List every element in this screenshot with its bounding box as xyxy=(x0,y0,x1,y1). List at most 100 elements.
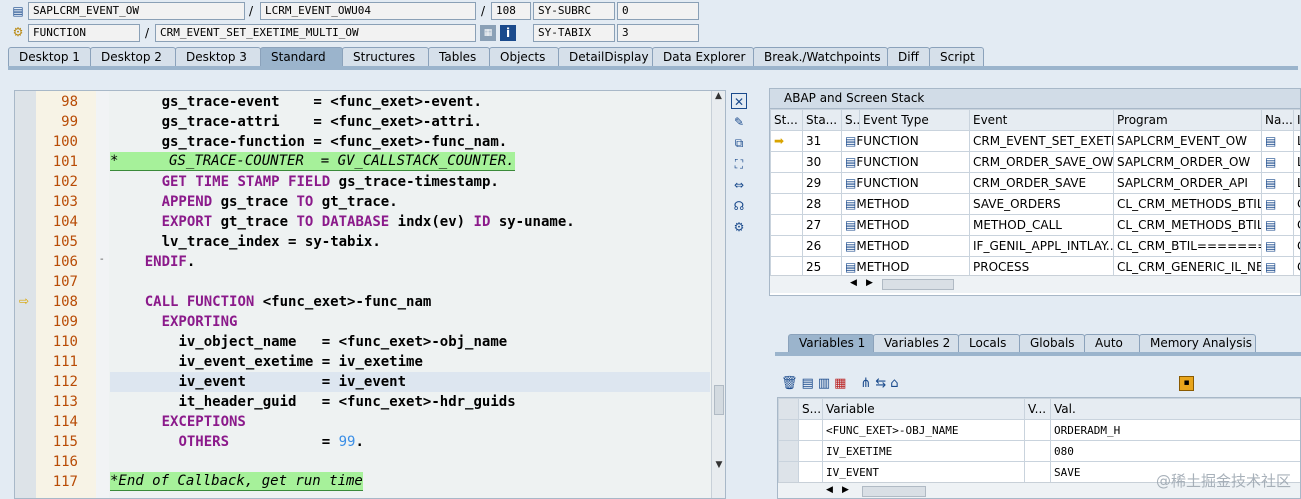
tab-variables-2[interactable]: Variables 2 xyxy=(873,334,959,353)
variable-row[interactable]: IV_EXETIME 080 xyxy=(778,440,1300,462)
col-s[interactable]: S... xyxy=(841,109,860,131)
function-name-field[interactable]: CRM_EVENT_SET_EXETIME_MULTI_OW xyxy=(155,24,476,42)
variable-name[interactable]: IV_EXETIME xyxy=(822,440,1025,462)
source-editor[interactable]: 98 gs_trace-event = <func_exet>-event. 99… xyxy=(14,90,726,499)
col-value[interactable]: Val. xyxy=(1050,398,1300,420)
fold-marker[interactable]: - xyxy=(100,254,104,265)
copy-icon[interactable]: ⧉ xyxy=(731,135,747,151)
col-program[interactable]: Program xyxy=(1113,109,1262,131)
tab-desktop-3[interactable]: Desktop 3 xyxy=(175,47,261,67)
tab-diff[interactable]: Diff xyxy=(887,47,930,67)
col-variable[interactable]: Variable xyxy=(822,398,1025,420)
tab-desktop-2[interactable]: Desktop 2 xyxy=(90,47,176,67)
col-v[interactable]: V... xyxy=(1024,398,1051,420)
save-list-icon[interactable]: ▦ xyxy=(834,376,846,391)
row-selector[interactable] xyxy=(778,419,799,441)
delete-icon[interactable]: 🗑 xyxy=(781,376,798,391)
maximize-icon[interactable]: ⛶ xyxy=(731,156,747,172)
folder-icon[interactable]: ⌂ xyxy=(890,376,898,391)
col-event[interactable]: Event xyxy=(969,109,1114,131)
variable-value[interactable]: ORDERADM_H xyxy=(1050,419,1300,441)
tab-data-explorer[interactable]: Data Explorer xyxy=(652,47,754,67)
new-icon[interactable]: ✎ xyxy=(731,114,747,130)
info-icon[interactable]: i xyxy=(500,25,516,41)
scroll-right-icon[interactable]: ▶ xyxy=(842,485,849,495)
col-st[interactable]: St... xyxy=(770,109,803,131)
save-disk-icon[interactable]: ▪ xyxy=(1179,376,1194,391)
stack-row[interactable]: 28 ▤METHOD SAVE_ORDERS CL_CRM_METHODS_BTIL.… xyxy=(770,193,1300,215)
program-field[interactable]: SAPLCRM_EVENT_OW xyxy=(28,2,245,20)
tab-locals[interactable]: Locals xyxy=(958,334,1020,353)
tab-objects[interactable]: Objects xyxy=(489,47,559,67)
tab-script[interactable]: Script xyxy=(929,47,984,67)
scroll-right-icon[interactable]: ▶ xyxy=(866,278,873,288)
stack-level: 30 xyxy=(802,151,842,173)
tab-variables-1[interactable]: Variables 1 xyxy=(788,334,874,353)
transfer-icon[interactable]: ⇆ xyxy=(875,376,886,391)
scroll-left-icon[interactable]: ◀ xyxy=(826,485,833,495)
table-icon[interactable]: ▤ xyxy=(802,376,814,391)
scroll-left-icon[interactable]: ◀ xyxy=(850,278,857,288)
code-text: it_header_guid = <func_exet>-hdr_guids xyxy=(178,394,516,410)
row-selector[interactable] xyxy=(778,440,799,462)
navigate-icon[interactable]: ▤ xyxy=(1261,193,1294,215)
tab-globals[interactable]: Globals xyxy=(1019,334,1085,353)
col-stack-level[interactable]: Sta... xyxy=(802,109,842,131)
line-field[interactable]: 108 xyxy=(491,2,531,20)
scroll-up-icon[interactable]: ▲ xyxy=(712,91,725,101)
hscroll-thumb[interactable] xyxy=(882,279,954,290)
col-i[interactable]: I xyxy=(1293,109,1300,131)
variable-name[interactable]: <FUNC_EXET>-OBJ_NAME xyxy=(822,419,1025,441)
tab-tables[interactable]: Tables xyxy=(428,47,490,67)
close-icon[interactable]: ✕ xyxy=(731,93,747,109)
tab-auto[interactable]: Auto xyxy=(1084,334,1140,353)
scroll-down-icon[interactable]: ▼ xyxy=(712,460,725,470)
editor-scrollbar[interactable]: ▲ ▼ xyxy=(711,91,725,498)
include-field[interactable]: LCRM_EVENT_OWU04 xyxy=(260,2,476,20)
stack-row[interactable]: 26 ▤METHOD IF_GENIL_APPL_INTLAY... CL_CRM_B… xyxy=(770,235,1300,257)
col-navigate[interactable]: Na... xyxy=(1261,109,1294,131)
stack-row[interactable]: ➡ 31 ▤FUNCTION CRM_EVENT_SET_EXETI... SAPLCR… xyxy=(770,130,1300,152)
navigate-icon[interactable]: ▤ xyxy=(1261,151,1294,173)
swap-icon[interactable]: ⇔ xyxy=(731,177,747,193)
variable-value[interactable]: 080 xyxy=(1050,440,1300,462)
stack-row[interactable]: 29 ▤FUNCTION CRM_ORDER_SAVE SAPLCRM_ORDER_A… xyxy=(770,172,1300,194)
program-name: CL_CRM_BTIL========... xyxy=(1113,235,1262,257)
col-event-type[interactable]: Event Type xyxy=(859,109,970,131)
code-line[interactable] xyxy=(15,452,711,472)
sysvar2-field[interactable]: SY-TABIX xyxy=(533,24,615,42)
tab-standard[interactable]: Standard xyxy=(260,47,343,67)
tree-icon[interactable]: ⋔ xyxy=(860,376,871,391)
scroll-thumb[interactable] xyxy=(714,385,724,415)
tab-break-watchpoints[interactable]: Break./Watchpoints xyxy=(753,47,888,67)
navigate-icon[interactable]: ▤ xyxy=(1261,130,1294,152)
headset-icon[interactable]: ☊ xyxy=(731,198,747,214)
sysval2-field[interactable]: 3 xyxy=(617,24,699,42)
navigate-icon[interactable]: ▤ xyxy=(1261,214,1294,236)
tab-detaildisplay[interactable]: DetailDisplay xyxy=(558,47,653,67)
tab-structures[interactable]: Structures xyxy=(342,47,429,67)
program-name: CL_CRM_METHODS_BTIL... xyxy=(1113,193,1262,215)
program-name: CL_CRM_METHODS_BTIL... xyxy=(1113,214,1262,236)
tab-desktop-1[interactable]: Desktop 1 xyxy=(8,47,91,67)
sysvar-field[interactable]: SY-SUBRC xyxy=(533,2,615,20)
stack-row[interactable]: 27 ▤METHOD METHOD_CALL CL_CRM_METHODS_BTIL.… xyxy=(770,214,1300,236)
stack-row[interactable]: 30 ▤FUNCTION CRM_ORDER_SAVE_OW SAPLCRM_ORDE… xyxy=(770,151,1300,173)
type-field[interactable]: FUNCTION xyxy=(28,24,140,42)
col-s[interactable]: S... xyxy=(798,398,823,420)
navigate-icon[interactable]: ▤ xyxy=(1261,235,1294,257)
variable-name[interactable]: IV_EVENT xyxy=(822,461,1025,483)
event-type-icon: ▤ xyxy=(845,176,857,190)
row-selector[interactable] xyxy=(778,461,799,483)
sysval-field[interactable]: 0 xyxy=(617,2,699,20)
hscroll-thumb[interactable] xyxy=(862,486,926,497)
code-line[interactable] xyxy=(15,272,711,292)
source-icon[interactable]: ▦ xyxy=(480,25,496,41)
navigate-icon[interactable]: ▤ xyxy=(1261,172,1294,194)
load-icon[interactable]: ▥ xyxy=(818,376,830,391)
stack-hscroll[interactable]: ◀ ▶ xyxy=(770,275,1300,293)
tab-memory-analysis[interactable]: Memory Analysis xyxy=(1139,334,1256,353)
variable-row[interactable]: <FUNC_EXET>-OBJ_NAME ORDERADM_H xyxy=(778,419,1300,441)
settings-icon[interactable]: ⚙ xyxy=(731,219,747,235)
stack-table: St... Sta... S... Event Type Event Progr… xyxy=(770,109,1300,278)
